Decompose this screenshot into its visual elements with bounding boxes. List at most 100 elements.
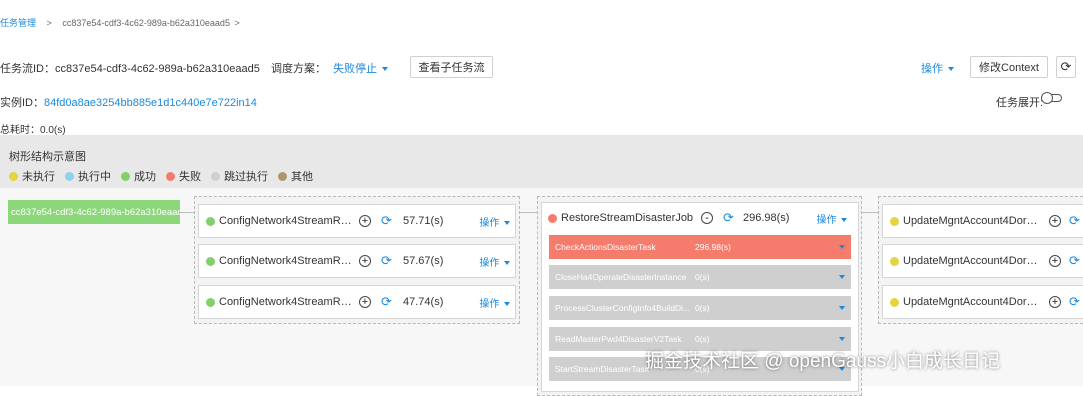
legend-label: 失败 [179,171,201,183]
schedule-dropdown[interactable]: 失败停止 [333,63,389,75]
task-node[interactable]: UpdateMgntAccount4Dorad... + ⟳ [882,244,1083,278]
collapse-icon[interactable]: - [701,212,713,224]
task-operate-dropdown[interactable]: 操作 [479,295,511,310]
task-name: ConfigNetwork4StreamRest... [219,215,355,227]
expand-toggle[interactable] [1041,92,1062,104]
task-node[interactable]: ConfigNetwork4StreamRest... + ⟳ 57.67(s)… [198,244,516,278]
chevron-down-icon[interactable] [839,337,845,341]
connector-line [180,212,194,213]
subtask-name: CloseHa4OperateDisasterInstance [555,272,687,282]
chevron-down-icon [504,260,511,265]
breadcrumb-root[interactable]: 任务管理 [0,18,36,28]
breadcrumb: 任务管理 > cc837e54-cdf3-4c62-989a-b62a310ea… [0,16,240,29]
refresh-button[interactable]: ⟳ [1056,56,1076,78]
task-operate-dropdown[interactable]: 操作 [479,254,511,269]
refresh-icon[interactable]: ⟳ [1069,214,1081,227]
chevron-down-icon[interactable] [839,306,845,310]
instance-id-link[interactable]: 84fd0a8ae3254bb885e1d1c440e7e722in14 [44,97,257,109]
task-name: UpdateMgntAccount4Dorad... [903,255,1043,267]
instance-id-label: 实例ID： [0,97,44,109]
task-operate-label: 操作 [479,257,500,269]
task-operate-label: 操作 [479,217,500,229]
status-dot [548,213,557,223]
expand-row: 任务展开: [996,94,1043,110]
breadcrumb-trail: > [234,18,240,28]
legend-label: 其他 [291,171,313,183]
status-dot [890,256,899,266]
chevron-down-icon [948,67,954,72]
legend-label: 执行中 [78,171,111,183]
flow-id-value: cc837e54-cdf3-4c62-989a-b62a310eaad5 [55,63,260,75]
task-node[interactable]: UpdateMgntAccount4Dorad... + ⟳ [882,204,1083,238]
subtask-row[interactable]: CloseHa4OperateDisasterInstance 0(s) [549,265,851,289]
legend-label: 未执行 [22,171,55,183]
job-name: RestoreStreamDisasterJob [561,212,694,224]
job-operate-label: 操作 [816,214,837,226]
task-node[interactable]: ConfigNetwork4StreamRest... + ⟳ 47.74(s)… [198,285,516,319]
legend-dot [65,171,74,181]
connector-line [862,212,878,213]
refresh-icon[interactable]: ⟳ [1069,295,1081,308]
expand-label: 任务展开: [996,97,1044,109]
legend-item: 失败 [166,168,201,184]
view-subflow-button[interactable]: 查看子任务流 [410,56,493,78]
refresh-icon[interactable]: ⟳ [381,295,393,308]
refresh-icon: ⟳ [1060,59,1072,74]
legend-item: 其他 [278,168,313,184]
status-dot [206,256,215,266]
job-operate-dropdown[interactable]: 操作 [816,211,848,226]
task-operate-dropdown[interactable]: 操作 [479,214,511,229]
chevron-down-icon[interactable] [839,245,845,249]
task-node[interactable]: UpdateMgntAccount4Dorad... + ⟳ [882,285,1083,319]
status-dot [890,216,899,226]
legend-item: 跳过执行 [211,168,268,184]
chevron-down-icon[interactable] [839,275,845,279]
breadcrumb-separator: > [46,18,52,28]
subtask-name: CheckActionsDisasterTask [555,242,656,252]
modify-context-button[interactable]: 修改Context [970,56,1048,78]
subtask-name: ProcessClusterConfigInfo4BuildDi... [555,303,691,313]
subtask-name: ReadMasterPwd4DisasterV2Task [555,334,682,344]
subtask-time: 0(s) [695,272,710,282]
watermark: 掘金技术社区 @ openGauss小白成长日记 [645,351,1001,372]
job-time: 296.98(s) [743,212,790,224]
chevron-down-icon [504,220,511,225]
refresh-icon[interactable]: ⟳ [1069,254,1081,267]
task-time: 57.67(s) [403,255,444,267]
legend: 未执行 执行中 成功 失败 跳过执行 其他 [9,168,323,184]
expand-icon[interactable]: + [1049,255,1061,267]
root-node[interactable]: cc837e54-cdf3-4c62-989a-b62a310eaad5 [8,200,180,224]
expand-icon[interactable]: + [1049,215,1061,227]
task-time: 57.71(s) [403,215,444,227]
expand-icon[interactable]: + [359,215,371,227]
task-name: ConfigNetwork4StreamRest... [219,296,355,308]
task-operate-label: 操作 [479,298,500,310]
legend-dot [121,171,130,181]
legend-item: 未执行 [9,168,55,184]
legend-dot [166,171,175,181]
status-dot [890,297,899,307]
chevron-down-icon [504,301,511,306]
legend-label: 跳过执行 [224,171,268,183]
expand-icon[interactable]: + [1049,296,1061,308]
subtask-row[interactable]: CheckActionsDisasterTask 296.98(s) [549,235,851,259]
job-header: RestoreStreamDisasterJob - ⟳ 296.98(s) 操… [548,210,853,226]
refresh-icon[interactable]: ⟳ [381,254,393,267]
task-name: UpdateMgntAccount4Dorad... [903,215,1043,227]
expand-icon[interactable]: + [359,296,371,308]
refresh-icon[interactable]: ⟳ [723,211,735,224]
legend-label: 成功 [134,171,156,183]
legend-item: 成功 [121,168,156,184]
schedule-row: 调度方案： 失败停止 [271,60,389,76]
operate-label: 操作 [921,63,943,75]
total-time-row: 总耗时：0.0(s) [0,121,66,136]
task-time: 47.74(s) [403,296,444,308]
legend-dot [9,171,18,181]
operate-dropdown[interactable]: 操作 [921,60,954,76]
legend-dot [278,171,287,181]
subtask-row[interactable]: ProcessClusterConfigInfo4BuildDi... 0(s) [549,296,851,320]
subtask-time: 0(s) [695,334,710,344]
refresh-icon[interactable]: ⟳ [381,214,393,227]
task-node[interactable]: ConfigNetwork4StreamRest... + ⟳ 57.71(s)… [198,204,516,238]
expand-icon[interactable]: + [359,255,371,267]
